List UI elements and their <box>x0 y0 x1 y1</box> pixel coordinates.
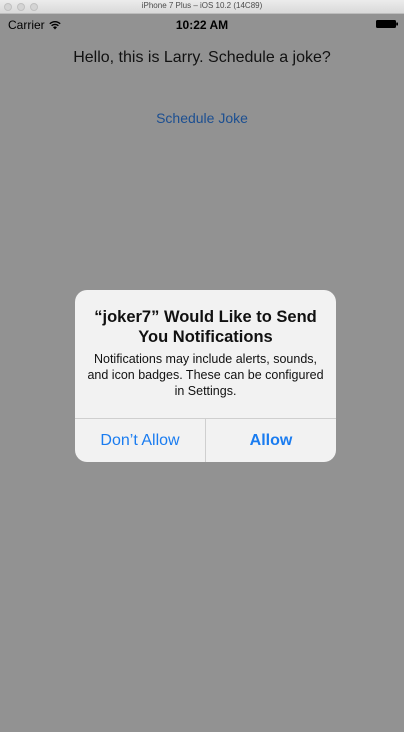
status-bar: Carrier 10:22 AM <box>0 14 404 34</box>
device-screen: Carrier 10:22 AM Hello, this is Larry. S… <box>0 14 404 732</box>
alert-title: “joker7” Would Like to Send You Notifica… <box>94 308 317 346</box>
simulator-titlebar: iPhone 7 Plus – iOS 10.2 (14C89) <box>0 0 404 14</box>
alert-message: Notifications may include alerts, sounds… <box>87 352 324 398</box>
alert-body: “joker7” Would Like to Send You Notifica… <box>75 290 336 399</box>
notification-permission-alert: “joker7” Would Like to Send You Notifica… <box>75 290 336 462</box>
allow-button[interactable]: Allow <box>206 419 336 462</box>
simulator-title: iPhone 7 Plus – iOS 10.2 (14C89) <box>141 1 263 10</box>
greeting-label: Hello, this is Larry. Schedule a joke? <box>73 49 331 66</box>
alert-actions: Don’t Allow Allow <box>75 418 336 462</box>
status-time: 10:22 AM <box>175 18 229 32</box>
schedule-joke-button[interactable]: Schedule Joke <box>0 110 404 126</box>
battery-icon <box>376 20 398 28</box>
dont-allow-button[interactable]: Don’t Allow <box>75 419 206 462</box>
